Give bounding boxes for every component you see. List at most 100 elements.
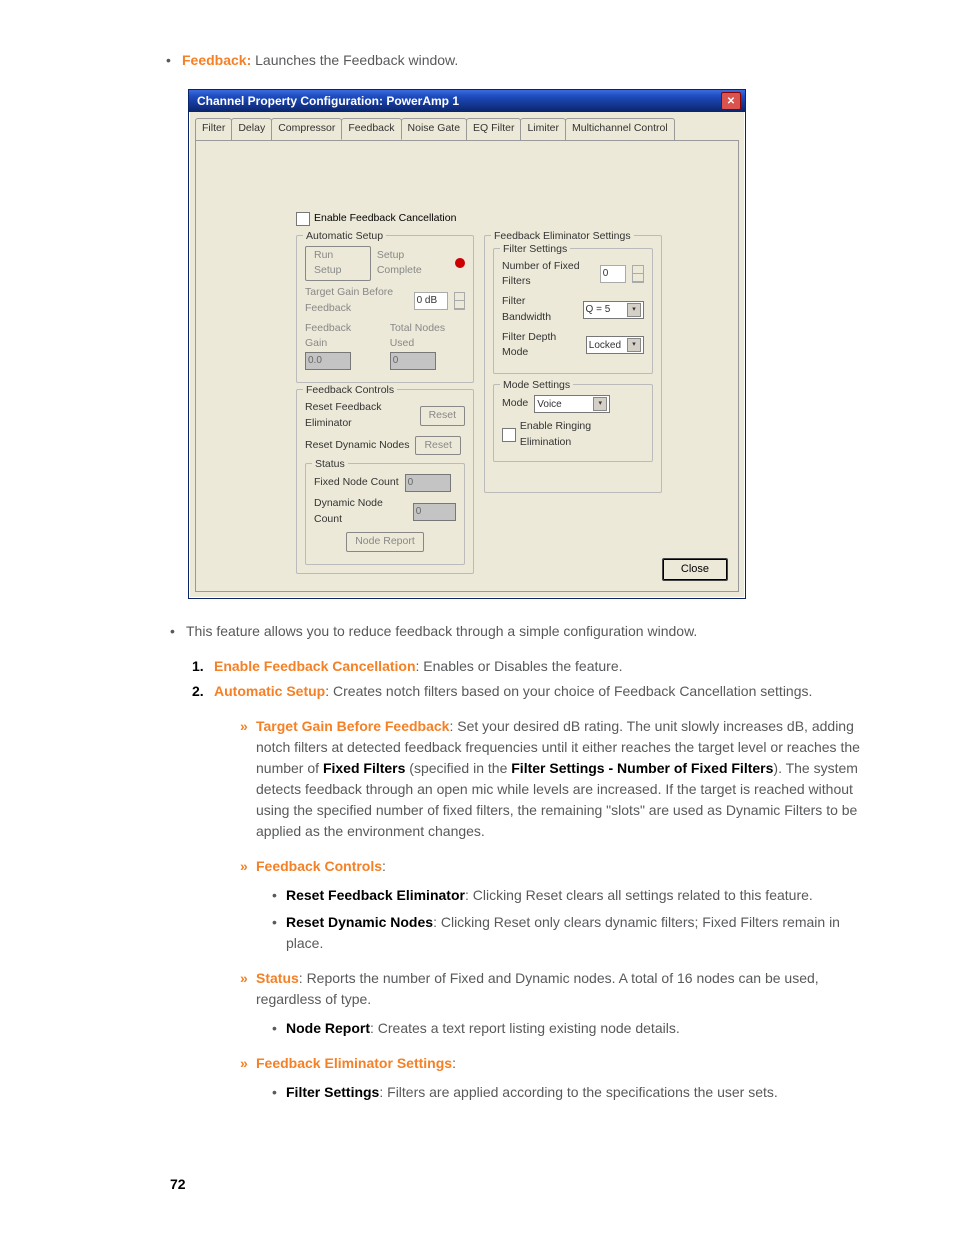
c1-lead: Target Gain Before Feedback bbox=[256, 718, 449, 734]
reset-dyn-label: Reset Dynamic Nodes bbox=[305, 438, 409, 454]
feedback-gain-value: 0.0 bbox=[305, 352, 351, 370]
s4-lead: Filter Settings bbox=[286, 1084, 379, 1100]
fixed-node-value: 0 bbox=[405, 474, 451, 492]
tab-delay[interactable]: Delay bbox=[231, 118, 272, 140]
body-lead: This feature allows you to reduce feedba… bbox=[186, 621, 864, 642]
tab-feedback[interactable]: Feedback bbox=[341, 118, 401, 140]
c2-tail: : bbox=[382, 858, 386, 874]
checkbox-icon[interactable] bbox=[296, 212, 310, 226]
mode-value: Voice bbox=[537, 397, 561, 412]
c3-lead: Status bbox=[256, 970, 299, 986]
chev-feedback-controls: Feedback Controls: Reset Feedback Elimin… bbox=[256, 856, 864, 954]
fixed-node-label: Fixed Node Count bbox=[314, 475, 399, 491]
legend-filter: Filter Settings bbox=[500, 242, 570, 258]
s1-lead: Reset Feedback Eliminator bbox=[286, 887, 465, 903]
ol-item-1: Enable Feedback Cancellation: Enables or… bbox=[214, 656, 864, 677]
page-number: 72 bbox=[170, 1174, 186, 1195]
node-report-button[interactable]: Node Report bbox=[346, 532, 424, 552]
group-status: Status Fixed Node Count 0 Dynamic Node C… bbox=[305, 463, 465, 564]
chev-fbes: Feedback Eliminator Settings: Filter Set… bbox=[256, 1053, 864, 1103]
legend-status: Status bbox=[312, 457, 348, 473]
tab-filter[interactable]: Filter bbox=[195, 118, 232, 140]
sub-reset-dyn: Reset Dynamic Nodes: Clicking Reset only… bbox=[286, 912, 864, 954]
reset-dyn-button[interactable]: Reset bbox=[415, 436, 460, 456]
intro-text: Launches the Feedback window. bbox=[251, 52, 458, 68]
setup-complete-label: Setup Complete bbox=[377, 248, 450, 280]
depth-dropdown[interactable]: Locked ▾ bbox=[586, 336, 644, 354]
window-title: Channel Property Configuration: PowerAmp… bbox=[197, 92, 459, 110]
tab-eq-filter[interactable]: EQ Filter bbox=[466, 118, 521, 140]
group-mode-settings: Mode Settings Mode Voice▾ Enable Ringing… bbox=[493, 384, 653, 462]
feedback-gain-label: Feedback Gain bbox=[305, 322, 351, 350]
bandwidth-value: Q = 5 bbox=[586, 302, 611, 317]
bandwidth-dropdown[interactable]: Q = 5 ▾ bbox=[583, 301, 644, 319]
legend-auto: Automatic Setup bbox=[303, 229, 386, 245]
enable-feedback-cancellation[interactable]: Enable Feedback Cancellation bbox=[296, 211, 662, 227]
chev-status: Status: Reports the number of Fixed and … bbox=[256, 968, 864, 1039]
s3-lead: Node Report bbox=[286, 1020, 370, 1036]
c1c: (specified in the bbox=[405, 760, 511, 776]
s2-lead: Reset Dynamic Nodes bbox=[286, 914, 433, 930]
group-filter-settings: Filter Settings Number of Fixed Filters … bbox=[493, 248, 653, 375]
c4-lead: Feedback Eliminator Settings bbox=[256, 1055, 452, 1071]
s1-tail: : Clicking Reset clears all settings rel… bbox=[465, 887, 813, 903]
num-fixed-field[interactable]: 0 bbox=[600, 265, 626, 283]
close-icon[interactable]: ✕ bbox=[721, 92, 741, 110]
reset-fb-button[interactable]: Reset bbox=[420, 406, 465, 426]
group-fbes: Feedback Eliminator Settings Filter Sett… bbox=[484, 235, 662, 493]
target-gain-field[interactable]: 0 dB bbox=[414, 292, 448, 310]
intro-label: Feedback: bbox=[182, 52, 251, 68]
c4-tail: : bbox=[452, 1055, 456, 1071]
s4-tail: : Filters are applied according to the s… bbox=[379, 1084, 777, 1100]
ol1-lead: Enable Feedback Cancellation bbox=[214, 658, 416, 674]
total-nodes-label: Total Nodes Used bbox=[390, 322, 445, 350]
target-gain-label: Target Gain Before Feedback bbox=[305, 285, 408, 317]
c1d: Filter Settings - Number of Fixed Filter… bbox=[511, 760, 773, 776]
sub-filter-settings: Filter Settings: Filters are applied acc… bbox=[286, 1082, 864, 1103]
enable-label: Enable Feedback Cancellation bbox=[314, 211, 456, 227]
dynamic-node-value: 0 bbox=[413, 503, 456, 521]
c2-lead: Feedback Controls bbox=[256, 858, 382, 874]
config-window: Channel Property Configuration: PowerAmp… bbox=[188, 89, 746, 599]
enable-ringing-elimination[interactable]: Enable Ringing Elimination bbox=[502, 419, 644, 451]
spinner-icon[interactable] bbox=[454, 292, 465, 310]
c3-tail: : Reports the number of Fixed and Dynami… bbox=[256, 970, 819, 1007]
mode-label: Mode bbox=[502, 396, 528, 412]
ol1-tail: : Enables or Disables the feature. bbox=[416, 658, 623, 674]
s3-tail: : Creates a text report listing existing… bbox=[370, 1020, 680, 1036]
led-icon bbox=[455, 258, 465, 268]
num-fixed-label: Number of Fixed Filters bbox=[502, 259, 594, 291]
bandwidth-label: Filter Bandwidth bbox=[502, 294, 577, 326]
mode-dropdown[interactable]: Voice ▾ bbox=[534, 395, 610, 413]
c1b: Fixed Filters bbox=[323, 760, 405, 776]
tab-compressor[interactable]: Compressor bbox=[271, 118, 342, 140]
spinner-icon[interactable] bbox=[632, 265, 644, 283]
depth-label: Filter Depth Mode bbox=[502, 330, 580, 362]
reset-fb-label: Reset Feedback Eliminator bbox=[305, 400, 414, 432]
ol-item-2: Automatic Setup: Creates notch filters b… bbox=[214, 681, 864, 702]
ol2-lead: Automatic Setup bbox=[214, 683, 325, 699]
chevron-down-icon: ▾ bbox=[593, 397, 607, 411]
ol2-tail: : Creates notch filters based on your ch… bbox=[325, 683, 812, 699]
close-button[interactable]: Close bbox=[662, 558, 728, 581]
tab-row: Filter Delay Compressor Feedback Noise G… bbox=[189, 112, 745, 140]
sub-node-report: Node Report: Creates a text report listi… bbox=[286, 1018, 864, 1039]
tab-panel: Enable Feedback Cancellation Automatic S… bbox=[195, 140, 739, 592]
run-setup-button[interactable]: Run Setup bbox=[305, 246, 371, 282]
sub-reset-fb: Reset Feedback Eliminator: Clicking Rese… bbox=[286, 885, 864, 906]
dynamic-node-label: Dynamic Node Count bbox=[314, 496, 407, 528]
chev-target-gain: Target Gain Before Feedback: Set your de… bbox=[256, 716, 864, 842]
tab-noise-gate[interactable]: Noise Gate bbox=[401, 118, 468, 140]
depth-value: Locked bbox=[589, 338, 621, 353]
legend-controls: Feedback Controls bbox=[303, 383, 397, 399]
group-feedback-controls: Feedback Controls Reset Feedback Elimina… bbox=[296, 389, 474, 574]
titlebar: Channel Property Configuration: PowerAmp… bbox=[189, 90, 745, 112]
chevron-down-icon: ▾ bbox=[627, 338, 641, 352]
group-automatic-setup: Automatic Setup Run Setup Setup Complete… bbox=[296, 235, 474, 384]
legend-mode: Mode Settings bbox=[500, 378, 573, 394]
chevron-down-icon: ▾ bbox=[627, 303, 641, 317]
tab-limiter[interactable]: Limiter bbox=[520, 118, 566, 140]
checkbox-icon[interactable] bbox=[502, 428, 516, 442]
tab-multichannel[interactable]: Multichannel Control bbox=[565, 118, 675, 140]
ere-label: Enable Ringing Elimination bbox=[520, 419, 644, 451]
